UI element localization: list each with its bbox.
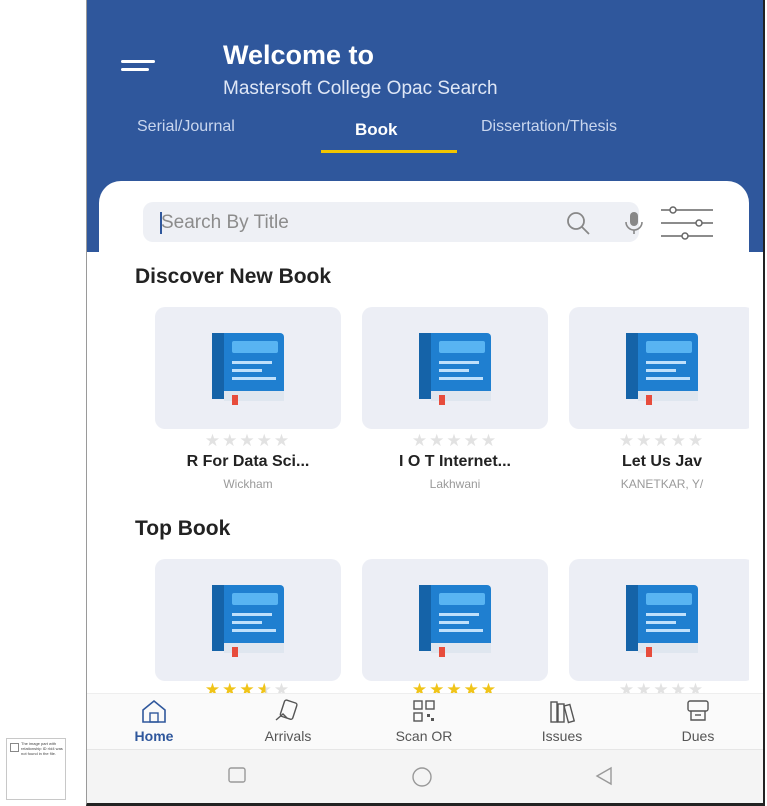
book-icon [212,333,284,405]
book-icon [419,333,491,405]
book-title: R For Data Sci... [186,453,310,470]
books-icon [550,701,576,724]
qr-scan-icon [413,700,435,722]
text-cursor [160,212,162,234]
book-author: KANETKAR, Y/ [620,477,704,491]
book-icon [419,585,491,657]
bottom-navigation: Home Arrivals Scan OR Issues Dues [87,693,763,750]
back-icon[interactable] [593,766,615,786]
book-card[interactable]: ★★★★★ [155,559,341,699]
search-input[interactable] [159,210,503,236]
payment-icon [687,700,709,721]
book-cover [362,559,548,681]
book-icon [212,585,284,657]
active-tab-indicator [321,150,457,153]
book-title: I O T Internet... [398,453,511,470]
nav-arrivals-label: Arrivals [264,728,312,744]
book-card[interactable]: ★★★★★ [569,559,749,699]
home-icon [142,699,166,723]
menu-icon[interactable] [121,60,155,80]
book-card[interactable]: ★★★★★ [362,559,548,699]
book-title: Let Us Jav [621,453,703,470]
filter-icon[interactable] [659,205,715,241]
nav-arrivals[interactable]: Arrivals [233,698,343,744]
book-icon [626,585,698,657]
system-navigation-bar [87,749,763,803]
broken-image-icon [10,743,19,752]
book-cover [362,307,548,429]
tab-book[interactable]: Book [355,120,398,140]
broken-image-placeholder: The image part with relationship ID rId4… [6,738,66,800]
book-card[interactable]: ★★★★★ R For Data Sci... Wickham [155,307,341,491]
discover-section-title: Discover New Book [135,265,332,288]
book-card[interactable]: ★★★★★ Let Us Jav KANETKAR, Y/ [569,307,749,491]
nav-issues-label: Issues [541,728,583,744]
tab-serial-journal[interactable]: Serial/Journal [137,118,235,136]
college-subtitle: Mastersoft College Opac Search [223,78,498,99]
book-cover [155,307,341,429]
book-icon [626,333,698,405]
rating-stars: ★★★★★ [618,431,706,450]
nav-scan-qr[interactable]: Scan OR [369,698,479,744]
rating-stars: ★★★★★ [204,431,292,450]
home-circle-icon[interactable] [409,766,435,788]
welcome-title: Welcome to [223,40,375,70]
nav-issues[interactable]: Issues [507,698,617,744]
broken-image-text: The image part with relationship ID rId4… [21,741,63,756]
recent-apps-icon[interactable] [227,766,247,784]
nav-dues[interactable]: Dues [643,698,753,744]
book-author: Wickham [223,477,273,491]
nav-home[interactable]: Home [99,698,209,744]
microphone-icon[interactable] [621,210,647,236]
nav-scan-label: Scan OR [395,728,453,744]
search-bar [143,202,643,242]
content-card: Discover New Book ★★★★★ R For Data Sci..… [99,181,749,741]
arrivals-icon [275,699,298,721]
top-book-section-title: Top Book [135,517,231,540]
book-cover [569,559,749,681]
book-card[interactable]: ★★★★★ I O T Internet... Lakhwani [362,307,548,491]
rating-stars: ★★★★★ [411,431,499,450]
book-cover [569,307,749,429]
phone-screen: Welcome to Mastersoft College Opac Searc… [86,0,765,806]
tab-dissertation-thesis[interactable]: Dissertation/Thesis [481,118,617,136]
book-cover [155,559,341,681]
nav-home-label: Home [134,728,174,744]
book-author: Lakhwani [429,477,481,491]
nav-dues-label: Dues [681,728,715,744]
search-icon[interactable] [565,210,591,236]
